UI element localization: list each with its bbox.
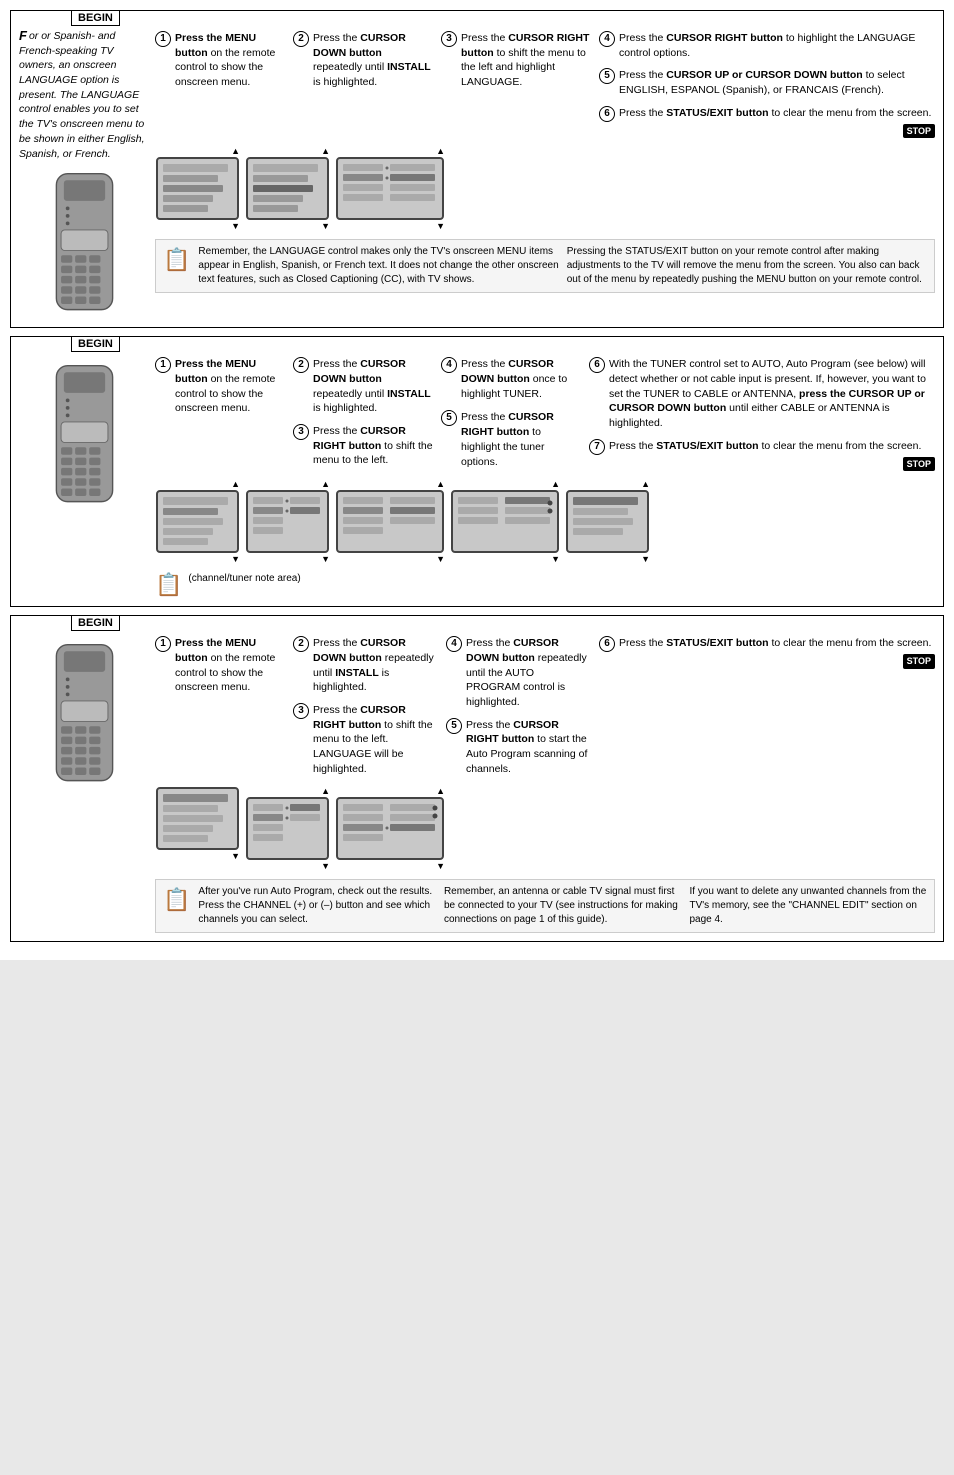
step-4-num: 4 <box>599 31 615 47</box>
s3-screen-2: ▲ ▼ <box>245 786 330 871</box>
s3-step-6: 6 Press the STATUS/EXIT button to clear … <box>599 636 935 778</box>
page: BEGIN For or Spanish- and French-speakin… <box>0 0 954 960</box>
remote-svg-2 <box>37 361 132 511</box>
s2-step-5: 5 Press the CURSOR RIGHT button to highl… <box>441 410 581 471</box>
step-1-box: 1 Press the MENU button on the remote co… <box>155 31 285 138</box>
step-3-num: 3 <box>441 31 457 47</box>
s2-note: 📋 (channel/tuner note area) <box>155 572 935 598</box>
s2-steps-row: 1 Press the MENU button on the remote co… <box>155 357 935 471</box>
step-5-num: 5 <box>599 68 615 84</box>
screen-container-1c: ▲ ▼ <box>335 146 445 231</box>
s2-step-3: 3 Press the CURSOR RIGHT button to shift… <box>293 424 433 471</box>
s2-note-icon: 📋 <box>155 572 182 598</box>
screen-container-1b: ▲ ▼ <box>245 146 330 231</box>
s3-steps-right: 6 Press the STATUS/EXIT button to clear … <box>599 636 935 778</box>
step-2-num: 2 <box>293 31 309 47</box>
section-autoprogram: BEGIN <box>10 615 944 942</box>
s3-steps-mid2: 4 Press the CURSOR DOWN button repeatedl… <box>446 636 591 778</box>
note-icon-1: 📋 <box>163 245 190 287</box>
note-right-text: Pressing the STATUS/EXIT button on your … <box>567 245 927 287</box>
begin-label-3: BEGIN <box>71 615 120 631</box>
s2-step-6: 6 With the TUNER control set to AUTO, Au… <box>589 357 935 432</box>
s3-step-1: 1 Press the MENU button on the remote co… <box>155 636 285 778</box>
s3-screen-3: ▲ ▼ <box>335 786 445 871</box>
s3-note-3: If you want to delete any unwanted chann… <box>689 885 927 927</box>
s2-steps-mid: 2 Press the CURSOR DOWN button repeatedl… <box>293 357 433 471</box>
step-5-text: Press the CURSOR UP or CURSOR DOWN butto… <box>619 68 935 97</box>
s2-screen-2: ▲ ▼ <box>245 479 330 564</box>
steps-top-row: 1 Press the MENU button on the remote co… <box>155 31 935 138</box>
left-panel-2 <box>19 345 149 598</box>
main-content-2: 1 Press the MENU button on the remote co… <box>155 345 935 598</box>
screen-container-1a: ▲ ▼ <box>155 146 240 231</box>
step-4-box: 4 Press the CURSOR RIGHT button to highl… <box>599 31 935 62</box>
remote-svg-1 <box>37 169 132 319</box>
step-4-text: Press the CURSOR RIGHT button to highlig… <box>619 31 935 60</box>
step-6-header: 6 Press the STATUS/EXIT button to clear … <box>599 106 935 122</box>
screens-diagram-3: ▼ ▲ ▼ <box>155 786 935 871</box>
s2-step-7: 7 Press the STATUS/EXIT button to clear … <box>589 439 935 472</box>
step-5-box: 5 Press the CURSOR UP or CURSOR DOWN but… <box>599 68 935 99</box>
screens-diagram-1: ▲ ▼ ▲ <box>155 146 935 231</box>
s2-screen-1: ▲ ▼ <box>155 479 240 564</box>
s2-screen-4: ▲ ▼ <box>450 479 560 564</box>
s3-note-icon: 📋 <box>163 885 190 927</box>
s3-step-3: 3 Press the CURSOR RIGHT button to shift… <box>293 703 438 778</box>
main-content-3: 1 Press the MENU button on the remote co… <box>155 624 935 933</box>
s3-step-4: 4 Press the CURSOR DOWN button repeatedl… <box>446 636 591 711</box>
begin-label-1: BEGIN <box>71 10 120 26</box>
section-language: BEGIN For or Spanish- and French-speakin… <box>10 10 944 328</box>
step-3-header: 3 Press the CURSOR RIGHT button to shift… <box>441 31 591 90</box>
step-5-header: 5 Press the CURSOR UP or CURSOR DOWN but… <box>599 68 935 97</box>
stop-badge-2: STOP <box>903 457 935 472</box>
step-6-box: 6 Press the STATUS/EXIT button to clear … <box>599 106 935 139</box>
step-3-text: Press the CURSOR RIGHT button to shift t… <box>461 31 591 90</box>
s2-screen-3: ▲ ▼ <box>335 479 445 564</box>
note-left-text: Remember, the LANGUAGE control makes onl… <box>198 245 558 287</box>
s3-note-1: After you've run Auto Program, check out… <box>198 885 436 927</box>
s3-steps-row: 1 Press the MENU button on the remote co… <box>155 636 935 778</box>
s3-note-2: Remember, an antenna or cable TV signal … <box>444 885 682 927</box>
tv-screen-svg-1a <box>155 156 240 221</box>
step-1-text: Press the MENU button on the remote cont… <box>175 31 285 90</box>
remote-image-1 <box>19 169 149 319</box>
screens-diagram-2: ▲ ▼ ▲ <box>155 479 935 564</box>
s2-screen-5: ▲ ▼ <box>565 479 650 564</box>
s3-steps-mid: 2 Press the CURSOR DOWN button repeatedl… <box>293 636 438 778</box>
s2-step-1: 1 Press the MENU button on the remote co… <box>155 357 285 471</box>
step-2-text: Press the CURSOR DOWN button repeatedly … <box>313 31 433 90</box>
section-tuner: BEGIN <box>10 336 944 607</box>
stop-badge-1: STOP <box>903 124 935 139</box>
left-panel-1: For or Spanish- and French-speaking TV o… <box>19 19 149 319</box>
step-2-header: 2 Press the CURSOR DOWN button repeatedl… <box>293 31 433 90</box>
step-6-num: 6 <box>599 106 615 122</box>
s3-notes: 📋 After you've run Auto Program, check o… <box>155 879 935 933</box>
step-1-num: 1 <box>155 31 171 47</box>
s2-steps-right: 6 With the TUNER control set to AUTO, Au… <box>589 357 935 471</box>
steps-right-col: 4 Press the CURSOR RIGHT button to highl… <box>599 31 935 138</box>
s3-step-2: 2 Press the CURSOR DOWN button repeatedl… <box>293 636 438 697</box>
intro-text: For or Spanish- and French-speaking TV o… <box>19 29 149 161</box>
left-panel-3 <box>19 624 149 933</box>
begin-label-2: BEGIN <box>71 336 120 352</box>
step-4-header: 4 Press the CURSOR RIGHT button to highl… <box>599 31 935 60</box>
s3-screen-1: ▼ <box>155 786 240 861</box>
tv-screen-svg-1c <box>335 156 445 221</box>
s2-step-4: 4 Press the CURSOR DOWN button once to h… <box>441 357 581 404</box>
step-3-box: 3 Press the CURSOR RIGHT button to shift… <box>441 31 591 138</box>
stop-badge-3: STOP <box>903 654 935 669</box>
main-content-1: 1 Press the MENU button on the remote co… <box>155 19 935 319</box>
s2-steps-mid2: 4 Press the CURSOR DOWN button once to h… <box>441 357 581 471</box>
remote-image-2 <box>19 361 149 511</box>
s3-step-5: 5 Press the CURSOR RIGHT button to start… <box>446 718 591 779</box>
s2-note-text: (channel/tuner note area) <box>188 572 300 586</box>
tv-screen-svg-1b <box>245 156 330 221</box>
step-1-header: 1 Press the MENU button on the remote co… <box>155 31 285 90</box>
note-box-1: 📋 Remember, the LANGUAGE control makes o… <box>155 239 935 293</box>
step-6-text: Press the STATUS/EXIT button to clear th… <box>619 106 931 121</box>
s2-step-2: 2 Press the CURSOR DOWN button repeatedl… <box>293 357 433 418</box>
remote-image-3 <box>19 640 149 790</box>
remote-svg-3 <box>37 640 132 790</box>
step-2-box: 2 Press the CURSOR DOWN button repeatedl… <box>293 31 433 138</box>
